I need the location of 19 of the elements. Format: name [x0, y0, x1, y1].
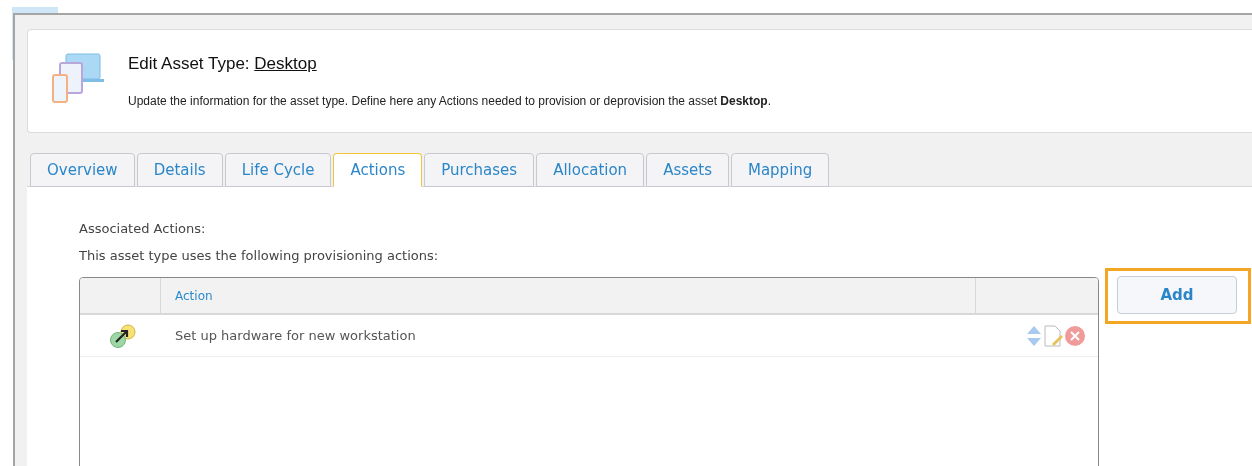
description: Update the information for the asset type. Define here any Actions needed to provision or deprovision the asset Desktop. — [128, 94, 772, 108]
tab[interactable]: Details — [136, 153, 223, 187]
table-cell-text: Set up hardware for new workstation — [174, 328, 417, 343]
tab[interactable]: Assets — [646, 153, 729, 187]
action-icon — [108, 323, 138, 348]
section-title: Associated Actions: — [79, 221, 207, 236]
delete-icon[interactable] — [1064, 324, 1086, 347]
sort-icon[interactable] — [1026, 324, 1042, 347]
add-button[interactable]: Add — [1117, 276, 1237, 314]
page-title: Edit Asset Type: Desktop — [128, 54, 318, 74]
edit-icon[interactable] — [1042, 323, 1064, 348]
tab[interactable]: Life Cycle — [224, 153, 332, 187]
tab[interactable]: Overview — [30, 153, 135, 187]
section-text: This asset type uses the following provisioning actions: — [79, 248, 440, 263]
tab[interactable]: Actions — [333, 153, 423, 187]
tab[interactable]: Mapping — [730, 153, 830, 187]
tab[interactable]: Allocation — [536, 153, 645, 187]
tab[interactable]: Purchases — [424, 153, 535, 187]
asset-type-link[interactable]: Desktop — [254, 54, 317, 73]
